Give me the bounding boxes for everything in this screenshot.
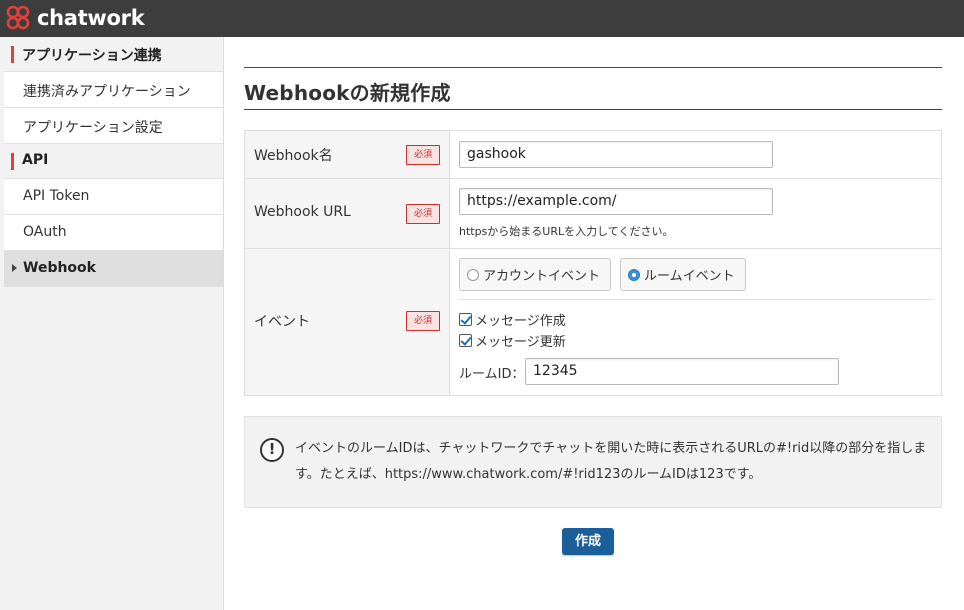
section-marker (11, 153, 14, 170)
sidebar-item-oauth[interactable]: OAuth (4, 215, 223, 251)
sidebar-item-webhook[interactable]: Webhook (4, 251, 223, 287)
field-label: Webhook名 (254, 148, 333, 164)
form-row-name: Webhook名 必須 gashook (245, 131, 941, 179)
sidebar-item-label: 連携済みアプリケーション (23, 84, 191, 100)
notice-box: ! イベントのルームIDは、チャットワークでチャットを開いた時に表示されるURL… (244, 416, 942, 508)
divider (459, 299, 933, 300)
sidebar-item-api-token[interactable]: API Token (4, 179, 223, 215)
room-id-label: ルームID： (459, 367, 525, 382)
notice-text: イベントのルームIDは、チャットワークでチャットを開いた時に表示されるURLの#… (295, 441, 927, 482)
webhook-url-input[interactable]: https://example.com/ (459, 188, 773, 215)
radio-selected-icon (628, 268, 640, 281)
checkbox-checked-icon (459, 334, 472, 347)
webhook-form: Webhook名 必須 gashook Webhook URL 必須 https… (244, 130, 942, 396)
url-hint: httpsから始まるURLを入力してください。 (459, 225, 674, 238)
sidebar-section-title: API (22, 152, 49, 168)
webhook-name-input[interactable]: gashook (459, 141, 773, 168)
sidebar-item-connected-apps[interactable]: 連携済みアプリケーション (4, 72, 223, 108)
sidebar-item-label: アプリケーション設定 (23, 120, 163, 136)
required-badge: 必須 (406, 311, 440, 331)
radio-label: ルームイベント (644, 269, 735, 284)
field-label-cell: イベント 必須 (245, 249, 450, 395)
checkbox-message-created[interactable]: メッセージ作成 (459, 310, 566, 329)
page-title: Webhookの新規作成 (244, 67, 942, 110)
sidebar-item-label: OAuth (23, 224, 67, 240)
sidebar-section-app-integration: アプリケーション連携 (4, 37, 223, 72)
brand-name: chatwork (37, 6, 145, 30)
checkbox-checked-icon (459, 313, 472, 326)
field-label-cell: Webhook名 必須 (245, 131, 450, 178)
checkbox-message-updated[interactable]: メッセージ更新 (459, 331, 566, 350)
sidebar-item-label: API Token (23, 188, 90, 204)
checkbox-label: メッセージ更新 (475, 335, 566, 350)
sidebar-item-label: Webhook (23, 260, 96, 276)
room-id-input[interactable]: 12345 (525, 358, 839, 385)
checkbox-label: メッセージ作成 (475, 314, 566, 329)
top-bar: chatwork (0, 0, 964, 37)
radio-icon (467, 268, 479, 281)
field-label: Webhook URL (254, 204, 351, 220)
field-label: イベント (254, 314, 310, 330)
section-marker (11, 46, 14, 63)
radio-label: アカウントイベント (483, 269, 601, 284)
main-content: Webhookの新規作成 (244, 67, 942, 110)
sidebar: アプリケーション連携 連携済みアプリケーション アプリケーション設定 API A… (0, 37, 224, 610)
radio-room-event[interactable]: ルームイベント (620, 258, 746, 291)
sidebar-item-app-settings[interactable]: アプリケーション設定 (4, 108, 223, 144)
caret-right-icon (12, 264, 17, 272)
form-row-event: イベント 必須 アカウントイベント ルームイベント メッセージ作成 メッセージ更… (245, 249, 941, 395)
required-badge: 必須 (406, 145, 440, 165)
field-label-cell: Webhook URL 必須 (245, 179, 450, 248)
required-badge: 必須 (406, 204, 440, 224)
radio-account-event[interactable]: アカウントイベント (459, 258, 611, 291)
sidebar-section-api: API (4, 144, 223, 179)
exclamation-circle-icon: ! (260, 438, 284, 462)
sidebar-section-title: アプリケーション連携 (22, 48, 162, 64)
chatwork-logo-icon (6, 5, 30, 30)
chatwork-logo[interactable]: chatwork (4, 3, 145, 33)
form-row-url: Webhook URL 必須 https://example.com/ http… (245, 179, 941, 249)
create-button[interactable]: 作成 (562, 528, 614, 555)
